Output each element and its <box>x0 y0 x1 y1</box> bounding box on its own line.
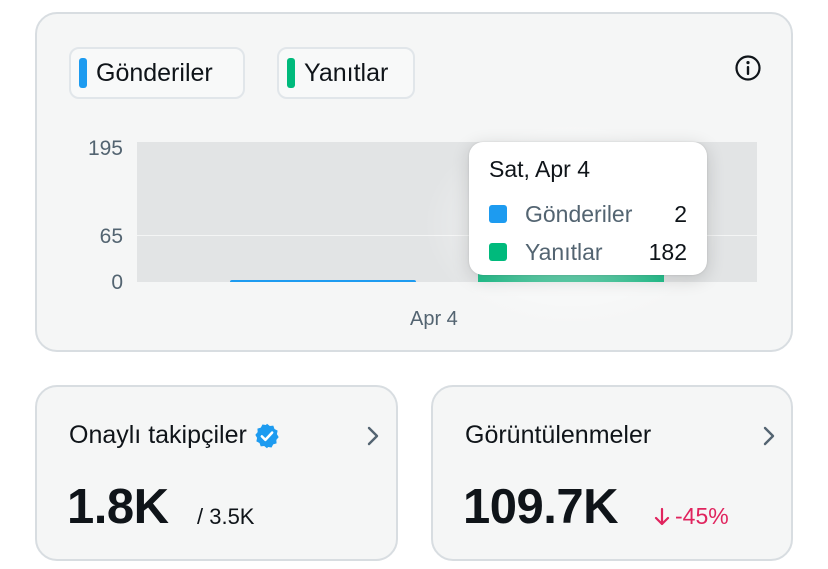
total-followers-count: / 3.5K <box>197 504 255 529</box>
replies-color-swatch <box>489 243 507 261</box>
activity-chart-card: Gönderiler Yanıtlar 195 65 0 Apr 4 Sat, … <box>35 12 793 352</box>
verified-followers-count: 1.8K <box>67 480 169 534</box>
tooltip-row-replies: Yanıtlar 182 <box>489 233 687 271</box>
impressions-title: Görüntülenmeler <box>465 421 652 449</box>
chart-tooltip: Sat, Apr 4 Gönderiler 2 Yanıtlar 182 <box>469 142 707 275</box>
verified-followers-title: Onaylı takipçiler <box>69 421 247 449</box>
verified-followers-card[interactable]: Onaylı takipçiler 1.8K / 3.5K <box>35 385 398 561</box>
impressions-count: 109.7K <box>463 480 619 534</box>
info-circle-icon[interactable] <box>734 54 762 82</box>
posts-color-swatch <box>79 58 87 88</box>
bar-posts-apr-4[interactable] <box>230 280 416 282</box>
y-tick-label: 65 <box>99 225 123 248</box>
impressions-change-value: -45% <box>675 503 729 529</box>
verified-followers-title-row: Onaylı takipçiler <box>69 421 281 450</box>
chevron-right-icon[interactable] <box>363 423 383 449</box>
impressions-card[interactable]: Görüntülenmeler 109.7K -45% <box>431 385 793 561</box>
legend-posts-toggle[interactable]: Gönderiler <box>69 47 245 99</box>
legend-replies-label: Yanıtlar <box>304 58 389 87</box>
impressions-change: -45% <box>653 503 729 530</box>
y-tick-label: 195 <box>87 137 123 160</box>
legend-posts-label: Gönderiler <box>96 58 213 87</box>
tooltip-date: Sat, Apr 4 <box>489 156 591 182</box>
y-tick-label: 0 <box>111 271 123 294</box>
impressions-title-row: Görüntülenmeler <box>465 421 651 450</box>
posts-color-swatch <box>489 205 507 223</box>
tooltip-posts-label: Gönderiler <box>525 200 633 227</box>
tooltip-posts-value: 2 <box>674 200 687 227</box>
tooltip-replies-label: Yanıtlar <box>525 238 603 265</box>
arrow-down-icon <box>654 507 670 525</box>
tooltip-replies-value: 182 <box>648 238 687 265</box>
chevron-right-icon[interactable] <box>759 423 779 449</box>
legend-replies-toggle[interactable]: Yanıtlar <box>277 47 415 99</box>
replies-color-swatch <box>287 58 295 88</box>
tooltip-row-posts: Gönderiler 2 <box>489 195 687 233</box>
x-tick-label: Apr 4 <box>410 308 458 330</box>
verified-badge-icon <box>255 423 279 448</box>
